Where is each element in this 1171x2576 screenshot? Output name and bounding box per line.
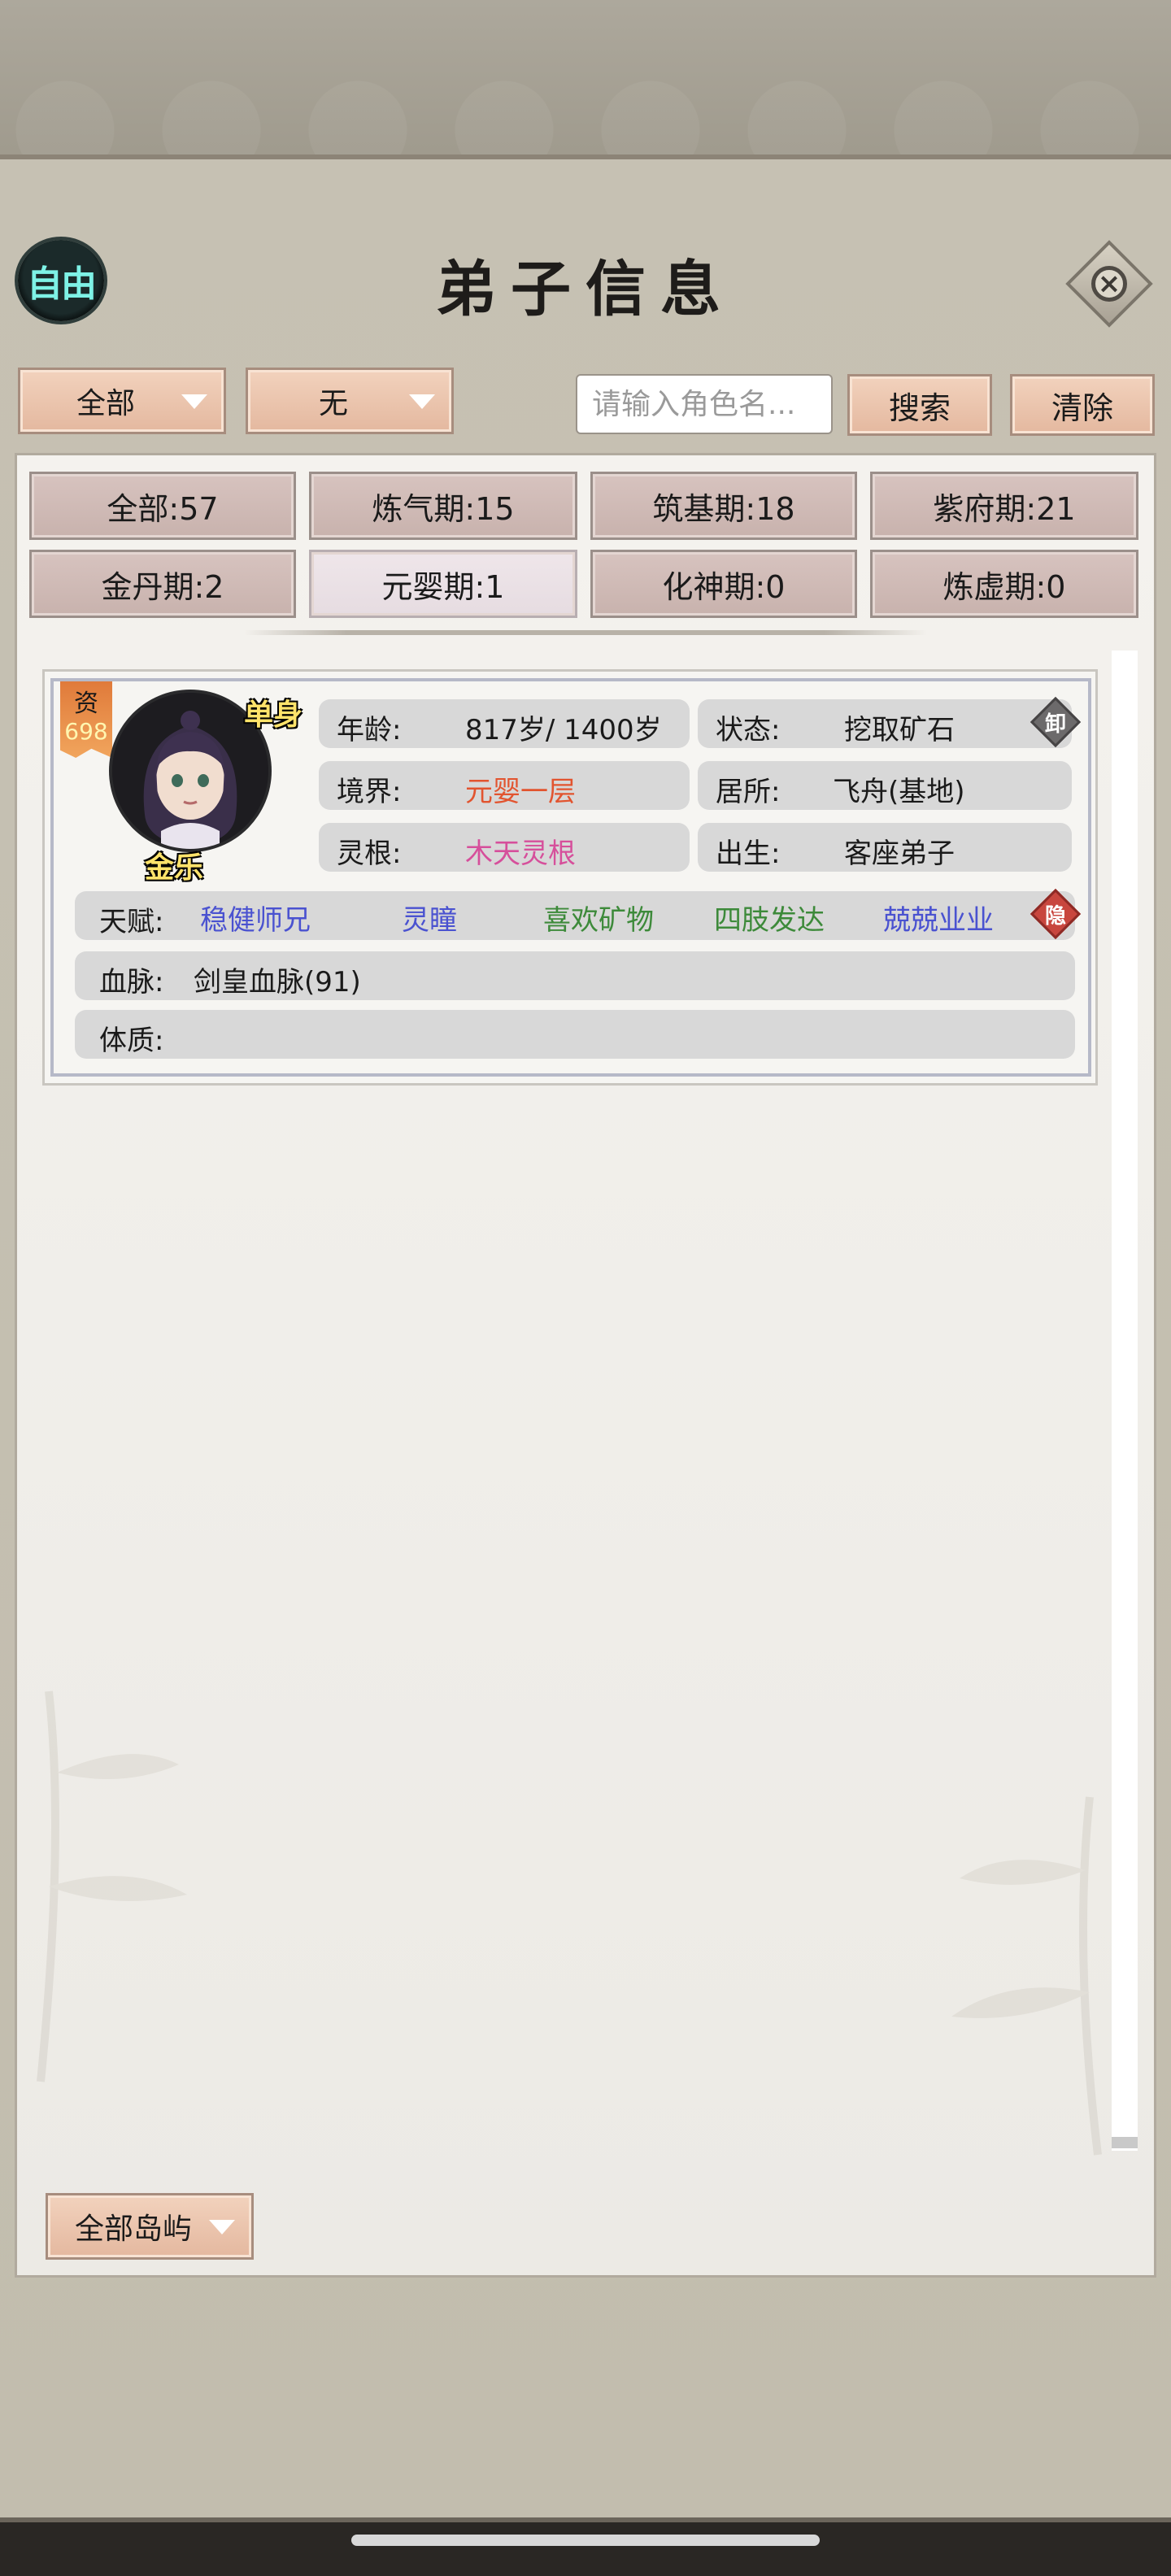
top-decorative-band	[0, 0, 1171, 163]
hide-button[interactable]: 隐	[1030, 888, 1082, 940]
realm-field: 境界: 元婴一层	[319, 761, 690, 810]
status-value: 挖取矿石	[844, 714, 955, 746]
status-field: 状态: 挖取矿石	[698, 699, 1072, 748]
tab-all[interactable]: 全部:57	[29, 472, 296, 540]
talent-item[interactable]: 四肢发达	[714, 898, 825, 938]
tab-purple-mansion[interactable]: 紫府期:21	[870, 472, 1138, 540]
talent-item[interactable]: 兢兢业业	[883, 898, 994, 938]
bloodline-value: 剑皇血脉(91)	[194, 966, 361, 999]
aptitude-label: 资	[74, 690, 98, 718]
divider	[244, 630, 927, 635]
home-indicator[interactable]	[351, 2535, 820, 2546]
clear-button[interactable]: 清除	[1010, 374, 1155, 436]
tab-qi-refining[interactable]: 炼气期:15	[309, 472, 577, 540]
status-label: 状态:	[716, 714, 781, 746]
aptitude-value: 698	[64, 718, 108, 745]
search-input[interactable]	[576, 374, 833, 434]
tab-spirit-transformation[interactable]: 化神期:0	[590, 550, 857, 618]
aptitude-badge: 资 698	[60, 681, 112, 758]
disciple-name: 金乐	[145, 851, 204, 885]
age-label: 年龄:	[337, 714, 402, 746]
chevron-down-icon	[181, 394, 207, 409]
scrollbar-thumb[interactable]	[1112, 2137, 1138, 2148]
residence-label: 居所:	[716, 776, 781, 808]
close-icon: ×	[1091, 266, 1127, 302]
spirit-root-field: 灵根: 木天灵根	[319, 823, 690, 872]
tab-golden-core[interactable]: 金丹期:2	[29, 550, 296, 618]
chevron-down-icon	[409, 394, 435, 409]
talent-item[interactable]: 喜欢矿物	[543, 898, 654, 938]
realm-label: 境界:	[337, 776, 402, 808]
residence-value: 飞舟(基地)	[833, 776, 965, 808]
age-value: 817岁/ 1400岁	[465, 714, 662, 746]
page-title: 弟子信息	[436, 255, 735, 324]
search-button[interactable]: 搜索	[847, 374, 992, 436]
close-button[interactable]: ×	[1064, 238, 1155, 329]
unequip-button[interactable]: 卸	[1030, 696, 1082, 748]
realm-value: 元婴一层	[465, 776, 576, 808]
region-dropdown[interactable]: 全部岛屿	[46, 2193, 254, 2260]
list-scrollbar[interactable]	[1112, 651, 1138, 2151]
origin-field: 出生: 客座弟子	[698, 823, 1072, 872]
chevron-down-icon	[209, 2220, 235, 2234]
bloodline-label: 血脉:	[99, 966, 164, 999]
talent-item[interactable]: 稳健师兄	[200, 898, 311, 938]
physique-row: 体质:	[75, 1010, 1075, 1059]
unequip-label: 卸	[1044, 711, 1066, 737]
origin-label: 出生:	[716, 838, 781, 870]
spirit-root-value: 木天灵根	[465, 838, 576, 870]
bloodline-row: 血脉: 剑皇血脉(91)	[75, 951, 1075, 1000]
tab-void-refining[interactable]: 炼虚期:0	[870, 550, 1138, 618]
physique-label: 体质:	[99, 1025, 164, 1057]
origin-value: 客座弟子	[844, 838, 955, 870]
marital-status: 单身	[244, 698, 303, 732]
age-field: 年龄: 817岁/ 1400岁	[319, 699, 690, 748]
category-dropdown[interactable]: 全部	[18, 368, 226, 434]
talent-label: 天赋:	[99, 906, 164, 938]
secondary-dropdown[interactable]: 无	[246, 368, 454, 434]
hide-label: 隐	[1044, 903, 1066, 929]
bamboo-decoration-right	[951, 1796, 1102, 2156]
talent-item[interactable]: 灵瞳	[402, 898, 457, 938]
bamboo-decoration-left	[37, 1690, 187, 2082]
residence-field: 居所: 飞舟(基地)	[698, 761, 1072, 810]
spirit-root-label: 灵根:	[337, 838, 402, 870]
tab-foundation[interactable]: 筑基期:18	[590, 472, 857, 540]
tab-nascent-soul[interactable]: 元婴期:1	[309, 550, 577, 618]
